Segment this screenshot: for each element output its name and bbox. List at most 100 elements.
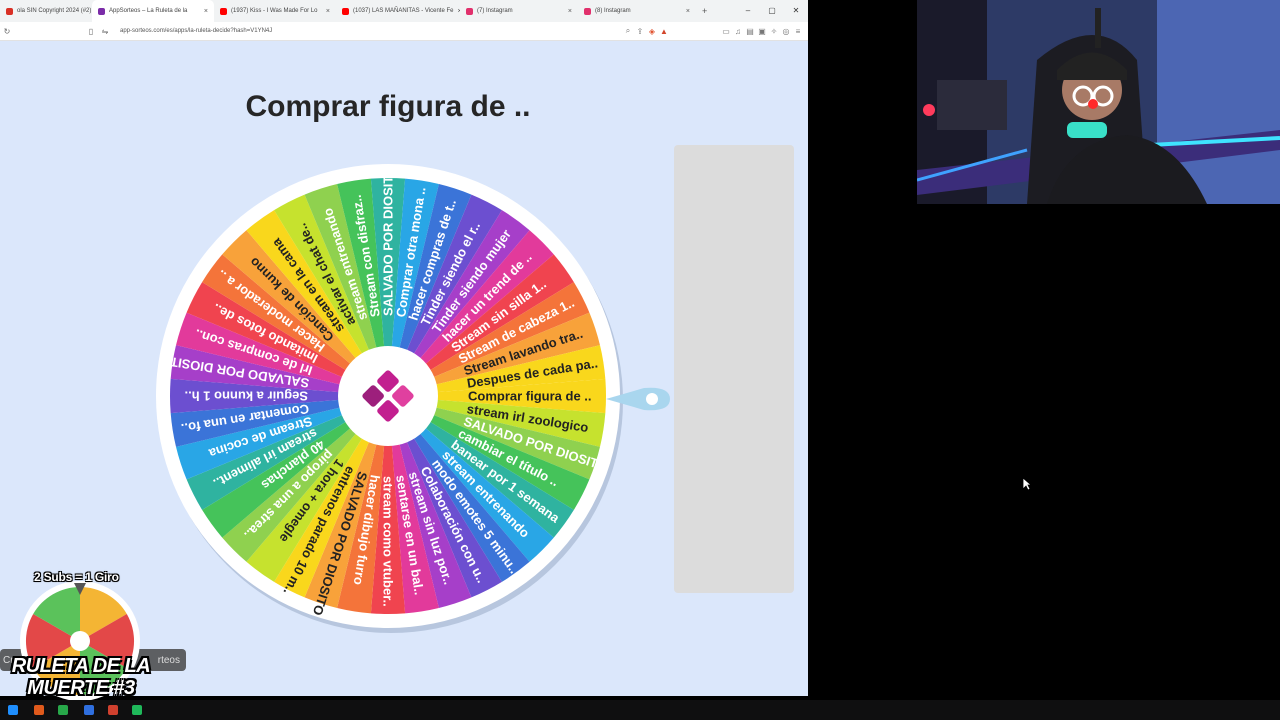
wheel-peg bbox=[502, 584, 508, 590]
wheel-peg bbox=[608, 375, 614, 382]
page-title: Comprar figura de .. bbox=[245, 90, 531, 123]
wheel-peg bbox=[299, 186, 305, 192]
wheel-peg bbox=[437, 175, 443, 181]
wheel-peg bbox=[603, 445, 609, 451]
wheel-peg bbox=[333, 611, 339, 617]
wheel-peg bbox=[178, 307, 184, 313]
browser-tab[interactable]: ola SIN Copyright 2024 (#2)× bbox=[0, 0, 92, 22]
wheel-peg bbox=[194, 276, 200, 282]
wheel-peg bbox=[530, 223, 537, 229]
wheel-segment-label: Seguir a kunno 1 h.. bbox=[184, 389, 308, 404]
tab-label: (7) Instagram bbox=[477, 8, 513, 14]
wheel-segment-label: Comprar figura de .. bbox=[468, 389, 592, 404]
close-window-button[interactable]: ✕ bbox=[784, 0, 808, 22]
reload-icon[interactable]: ↻ bbox=[0, 27, 14, 36]
subs-rule-label: 2 Subs = 1 Giro bbox=[34, 570, 119, 584]
bookmark-icon[interactable]: ▯ bbox=[84, 27, 98, 36]
wheel-peg bbox=[555, 538, 561, 545]
wheel-peg bbox=[437, 611, 443, 617]
wheel-peg bbox=[333, 175, 339, 181]
wheel-peg bbox=[592, 307, 598, 313]
tab-favicon-icon bbox=[584, 7, 591, 15]
wheel-peg bbox=[239, 223, 246, 229]
wheel-peg bbox=[167, 445, 173, 451]
wheel-peg bbox=[299, 600, 305, 606]
wallet-icon[interactable]: ▣ bbox=[756, 27, 768, 36]
wheel-peg bbox=[592, 479, 598, 485]
browser-tab[interactable]: (1037) LAS MAÑANITAS - Vicente Fe × bbox=[336, 0, 460, 22]
wheel-peg bbox=[215, 538, 221, 545]
tab-bar: ola SIN Copyright 2024 (#2)×AppSorteos –… bbox=[0, 0, 808, 22]
spotify-taskbar-icon[interactable] bbox=[132, 705, 142, 715]
wheel-peg bbox=[402, 616, 409, 622]
side-panel bbox=[674, 145, 794, 593]
tab-label: (1937) Kiss - I Was Made For Lo bbox=[231, 8, 318, 14]
wheel-peg bbox=[178, 479, 184, 485]
taskbar bbox=[0, 700, 1280, 720]
new-tab-button[interactable]: + bbox=[696, 0, 713, 22]
brave-taskbar-icon[interactable] bbox=[34, 705, 44, 715]
browser-tab[interactable]: (8) Instagram × bbox=[578, 0, 696, 22]
wheel-peg bbox=[502, 202, 508, 208]
media-icon[interactable]: ♫ bbox=[732, 27, 744, 36]
explorer-taskbar-icon[interactable] bbox=[84, 705, 94, 715]
wheel-peg bbox=[576, 510, 582, 516]
tab-favicon-icon bbox=[98, 7, 105, 15]
mouse-cursor-icon bbox=[1022, 477, 1032, 491]
tab-label: AppSorteos – La Ruleta de la bbox=[109, 8, 188, 14]
brave-rewards-icon[interactable]: ▲ bbox=[658, 27, 670, 36]
tab-favicon-icon bbox=[342, 7, 349, 15]
wheel-peg bbox=[215, 247, 221, 254]
wheel-peg bbox=[367, 616, 374, 622]
tab-close-icon[interactable]: × bbox=[200, 8, 208, 15]
tab-close-icon[interactable]: × bbox=[564, 8, 572, 15]
wheel-peg bbox=[555, 247, 561, 254]
tab-close-icon[interactable]: × bbox=[322, 8, 330, 15]
webcam-feed bbox=[917, 0, 1280, 204]
address-bar: ↻ ▯ ⇋ app-sorteos.com/es/apps/la-ruleta-… bbox=[0, 22, 808, 41]
tab-close-icon[interactable]: × bbox=[682, 8, 690, 15]
wheel-peg bbox=[603, 341, 609, 347]
wheel-peg bbox=[194, 510, 200, 516]
wheel-segment-label: stream como vtuber.. bbox=[381, 476, 396, 607]
window-controls: ‒ ▢ ✕ bbox=[736, 0, 808, 22]
event-title: RULETA DE LA MUERTE #3 bbox=[11, 655, 151, 699]
wheel-hub bbox=[338, 346, 438, 446]
wheel-peg bbox=[471, 600, 477, 606]
wheel-peg bbox=[402, 170, 409, 176]
extensions-icon[interactable]: ✧ bbox=[768, 27, 780, 36]
browser-tab[interactable]: (7) Instagram × bbox=[460, 0, 578, 22]
brave-shield-icon[interactable]: ◈ bbox=[646, 27, 658, 36]
tab-label: (1037) LAS MAÑANITAS - Vicente Fe bbox=[353, 8, 454, 14]
wheel-peg bbox=[471, 186, 477, 192]
wheel-peg bbox=[576, 276, 582, 282]
tab-favicon-icon bbox=[220, 7, 227, 15]
menu-icon[interactable]: ≡ bbox=[792, 27, 804, 36]
sidebar-icon[interactable]: ▭ bbox=[720, 27, 732, 36]
wheel-peg bbox=[268, 202, 274, 208]
url-field[interactable]: app-sorteos.com/es/apps/la-ruleta-decide… bbox=[120, 28, 272, 34]
minimize-button[interactable]: ‒ bbox=[736, 0, 760, 22]
browser-tab[interactable]: (1937) Kiss - I Was Made For Lo × bbox=[214, 0, 336, 22]
obs-taskbar-icon[interactable] bbox=[108, 705, 118, 715]
reader-icon[interactable]: ▤ bbox=[744, 27, 756, 36]
share-icon[interactable]: ⇪ bbox=[634, 27, 646, 36]
wheel-peg bbox=[530, 563, 537, 569]
wheel-peg bbox=[167, 341, 173, 347]
site-info-icon[interactable]: ⇋ bbox=[98, 27, 112, 36]
zoom-icon[interactable]: ⌕ bbox=[622, 26, 634, 36]
wheel-peg bbox=[239, 563, 246, 569]
start-icon[interactable] bbox=[8, 705, 18, 715]
wheel-peg bbox=[162, 410, 168, 417]
wheel-peg bbox=[268, 584, 274, 590]
maximize-button[interactable]: ▢ bbox=[760, 0, 784, 22]
app-taskbar-icon[interactable] bbox=[58, 705, 68, 715]
wheel-segment-label: SALVADO POR DIOSITO bbox=[381, 166, 396, 316]
wheel-pointer-icon bbox=[606, 387, 670, 411]
wheel-peg bbox=[162, 375, 168, 382]
tab-favicon-icon bbox=[6, 7, 13, 15]
tab-favicon-icon bbox=[466, 7, 473, 15]
roulette-wheel[interactable]: Comprar figura de .. stream irl zoologico… bbox=[150, 149, 630, 643]
browser-tab[interactable]: AppSorteos – La Ruleta de la × bbox=[92, 0, 214, 22]
vpn-icon[interactable]: ◎ bbox=[780, 27, 792, 36]
